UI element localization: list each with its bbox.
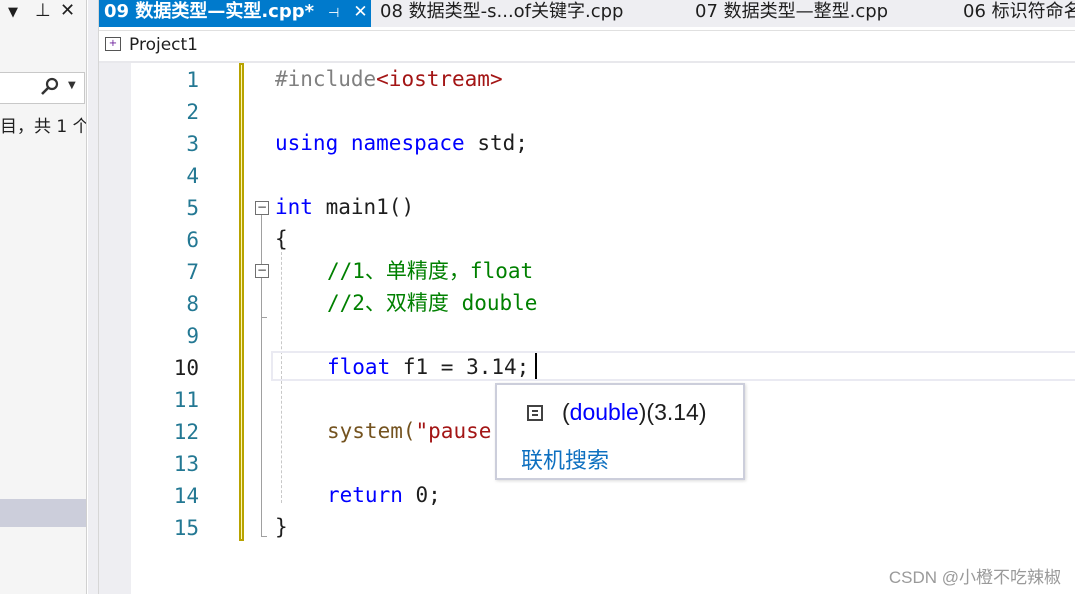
line-number: 4 (186, 164, 199, 188)
selected-tree-item[interactable] (0, 499, 86, 527)
line-number: 9 (186, 324, 199, 348)
code-line-10: float f1 = 3.14; (327, 355, 530, 379)
online-search-link[interactable]: 联机搜索 (521, 443, 609, 475)
line-number: 15 (173, 516, 199, 540)
indicator-margin (99, 63, 131, 594)
line-number: 3 (186, 132, 199, 156)
code-line-14: return 0; (327, 483, 441, 507)
line-number-current: 10 (173, 356, 199, 380)
close-icon[interactable]: ✕ (353, 2, 367, 22)
change-tracking-bar (239, 63, 244, 541)
solution-explorer-panel: ▼ ⊥ ✕ ▼ 目，共 1 个 (0, 0, 87, 594)
line-number: 11 (173, 388, 199, 412)
tab-label: 09 数据类型—实型.cpp* (104, 1, 315, 22)
item-count-text: 目，共 1 个 (0, 117, 86, 137)
line-number: 13 (173, 452, 199, 476)
code-line-15: } (275, 515, 288, 539)
text-caret (535, 353, 537, 379)
collapse-comment-icon[interactable]: − (255, 264, 269, 278)
search-icon[interactable] (40, 76, 60, 101)
fold-end (261, 536, 267, 537)
tab-08-sizeof[interactable]: 08 数据类型-s...of关键字.cpp (380, 0, 680, 27)
tab-06-identifier[interactable]: 06 标识符命名 (963, 0, 1075, 27)
code-line-3: using namespace std; (275, 131, 528, 155)
panel-dropdown-icon[interactable]: ▼ (8, 2, 18, 24)
line-number: 12 (173, 420, 199, 444)
watermark: CSDN @小橙不吃辣椒 (888, 568, 1061, 587)
pin-icon[interactable]: ⊣ (328, 6, 339, 21)
line-number: 14 (173, 484, 199, 508)
collapse-main-icon[interactable]: − (255, 201, 269, 215)
tab-label: 08 数据类型-s...of关键字.cpp (380, 1, 624, 22)
code-line-7: //1、单精度，float (327, 259, 534, 283)
pin-icon[interactable]: ⊥ (35, 0, 51, 22)
line-number: 5 (186, 196, 199, 220)
line-number: 1 (186, 68, 199, 92)
project-icon: + (105, 37, 121, 51)
line-number: 7 (186, 260, 199, 284)
code-line-1: #include<iostream> (275, 67, 503, 91)
tooltip-signature: (double)(3.14) (562, 399, 707, 425)
code-line-8: //2、双精度 double (327, 291, 538, 315)
search-input[interactable]: ▼ (0, 72, 85, 104)
navigation-bar: + Project1 (99, 30, 1075, 64)
quick-info-tooltip: (double)(3.14) 联机搜索 (495, 383, 745, 480)
panel-header: ▼ ⊥ ✕ (0, 0, 86, 24)
code-editor[interactable]: 1 2 3 4 5 6 7 8 9 10 11 12 13 14 15 − − … (99, 63, 1075, 594)
constant-icon (527, 405, 543, 421)
line-number: 6 (186, 228, 199, 252)
tab-09-float-type[interactable]: 09 数据类型—实型.cpp* ⊣ ✕ (99, 0, 371, 27)
code-line-5: int main1() (275, 195, 415, 219)
tab-07-integer-type[interactable]: 07 数据类型—整型.cpp (695, 0, 935, 27)
search-options-chevron-icon[interactable]: ▼ (68, 80, 76, 91)
code-line-6: { (275, 227, 288, 251)
close-icon[interactable]: ✕ (60, 0, 75, 22)
project-dropdown[interactable]: Project1 (129, 35, 198, 55)
tab-label: 07 数据类型—整型.cpp (695, 1, 889, 22)
line-number: 2 (186, 100, 199, 124)
panel-splitter[interactable] (88, 0, 99, 594)
code-line-12: system("pause (327, 419, 492, 443)
line-number: 8 (186, 292, 199, 316)
document-tab-bar: 09 数据类型—实型.cpp* ⊣ ✕ 08 数据类型-s...of关键字.cpp … (99, 0, 1075, 27)
tab-label: 06 标识符命名 (963, 1, 1075, 22)
fold-comment-end (261, 317, 267, 318)
